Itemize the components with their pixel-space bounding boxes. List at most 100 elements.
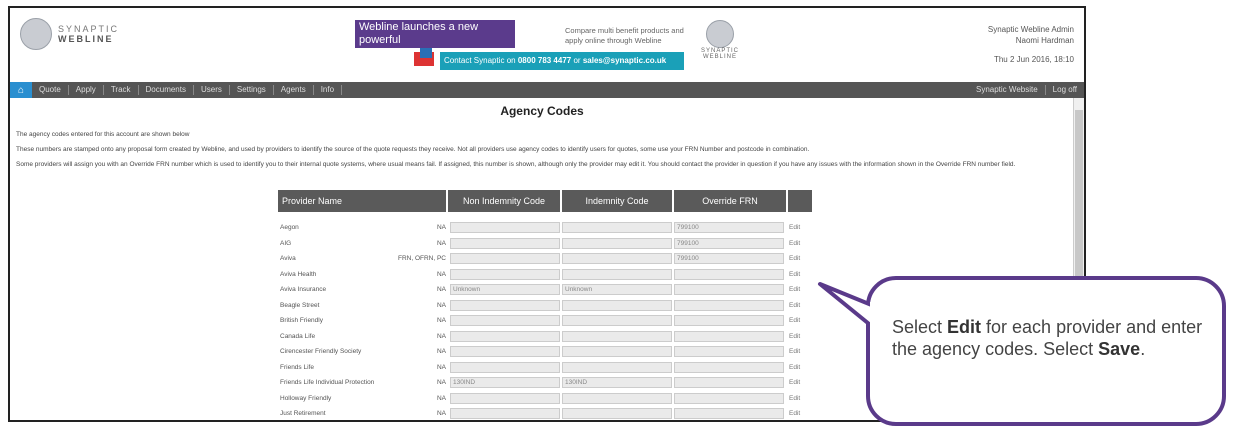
- page-title: Agency Codes: [500, 104, 584, 118]
- table-row: Friends Life Individual Protection NA 130I…: [278, 375, 812, 391]
- indemnity-code-field[interactable]: [562, 299, 672, 311]
- provider-name: AIG: [280, 239, 292, 247]
- edit-link[interactable]: Edit: [786, 302, 809, 309]
- non-indemnity-code-field[interactable]: [450, 392, 560, 404]
- non-indemnity-code-field[interactable]: [450, 408, 560, 420]
- header: SYNAPTIC WEBLINE Webline launches a new …: [10, 8, 1084, 82]
- table-header: Provider Name Non Indemnity Code Indemni…: [278, 190, 812, 212]
- promo-banner[interactable]: Webline launches a new powerful multi be…: [355, 20, 515, 72]
- nav-apply[interactable]: Apply: [69, 85, 104, 95]
- table-row: Canada Life NA Edit: [278, 329, 812, 345]
- synaptic-logo-secondary: SYNAPTIC WEBLINE: [700, 20, 740, 60]
- edit-link[interactable]: Edit: [786, 271, 809, 278]
- logo-text-synaptic: SYNAPTIC: [58, 24, 120, 34]
- logo2-text-webline: WEBLINE: [702, 54, 737, 60]
- non-indemnity-code-field[interactable]: [450, 237, 560, 249]
- table-row: British Friendly NA Edit: [278, 313, 812, 329]
- edit-link[interactable]: Edit: [786, 224, 809, 231]
- indemnity-code-field[interactable]: [562, 346, 672, 358]
- edit-link[interactable]: Edit: [786, 410, 809, 417]
- synaptic-logo[interactable]: SYNAPTIC WEBLINE: [20, 18, 119, 50]
- non-indemnity-code-field[interactable]: Unknown: [450, 284, 560, 296]
- header-override-frn: Override FRN: [674, 190, 788, 212]
- edit-link[interactable]: Edit: [786, 364, 809, 371]
- non-indemnity-code-field[interactable]: [450, 253, 560, 265]
- indemnity-code-field[interactable]: 130IND: [562, 377, 672, 389]
- compare-text: Compare multi benefit products and apply…: [565, 26, 705, 46]
- provider-name: Just Retirement: [280, 410, 326, 418]
- non-indemnity-code-field[interactable]: [450, 222, 560, 234]
- non-indemnity-code-field[interactable]: [450, 268, 560, 280]
- indemnity-code-field[interactable]: [562, 237, 672, 249]
- override-frn-field: [674, 346, 784, 358]
- provider-name: Holloway Friendly: [280, 394, 332, 402]
- contact-email[interactable]: sales@synaptic.co.uk: [583, 56, 666, 65]
- indemnity-code-field[interactable]: [562, 361, 672, 373]
- provider-status: NA: [436, 301, 446, 309]
- non-indemnity-code-field[interactable]: [450, 299, 560, 311]
- indemnity-code-field[interactable]: Unknown: [562, 284, 672, 296]
- indemnity-code-field[interactable]: [562, 315, 672, 327]
- non-indemnity-code-field[interactable]: [450, 315, 560, 327]
- non-indemnity-code-field[interactable]: [450, 330, 560, 342]
- provider-status: FRN, OFRN, PC: [397, 255, 446, 263]
- callout-text: Select Edit for each provider and enter …: [892, 316, 1212, 360]
- override-frn-field: [674, 361, 784, 373]
- override-frn-field: [674, 315, 784, 327]
- edit-link[interactable]: Edit: [786, 379, 809, 386]
- contact-banner[interactable]: Contact Synaptic on 0800 783 4477 or sal…: [440, 52, 684, 70]
- callout-save-word: Save: [1098, 339, 1141, 359]
- nav-info[interactable]: Info: [314, 85, 343, 95]
- table-row: Aegon NA 799100 Edit: [278, 220, 812, 236]
- non-indemnity-code-field[interactable]: [450, 361, 560, 373]
- nav-documents[interactable]: Documents: [139, 85, 194, 95]
- provider-status: NA: [436, 317, 446, 325]
- provider-name: Canada Life: [280, 332, 316, 340]
- edit-link[interactable]: Edit: [786, 333, 809, 340]
- nav-quote[interactable]: Quote: [32, 85, 69, 95]
- indemnity-code-field[interactable]: [562, 330, 672, 342]
- nav-settings[interactable]: Settings: [230, 85, 274, 95]
- non-indemnity-code-field[interactable]: [450, 346, 560, 358]
- banner-line-1: Webline launches a new powerful: [359, 21, 479, 46]
- override-frn-field: [674, 377, 784, 389]
- main-nav: ⌂ Quote Apply Track Documents Users Sett…: [10, 82, 1084, 98]
- nav-right: Synaptic Website Log off: [969, 85, 1084, 95]
- provider-status: NA: [436, 332, 446, 340]
- indemnity-code-field[interactable]: [562, 392, 672, 404]
- edit-link[interactable]: Edit: [786, 255, 809, 262]
- edit-link[interactable]: Edit: [786, 240, 809, 247]
- brain-logo-icon: [706, 20, 734, 48]
- nav-synaptic-website[interactable]: Synaptic Website: [969, 85, 1046, 95]
- table-row: Aviva Insurance NA Unknown Unknown Edit: [278, 282, 812, 298]
- edit-link[interactable]: Edit: [786, 395, 809, 402]
- indemnity-code-field[interactable]: [562, 222, 672, 234]
- indemnity-code-field[interactable]: [562, 268, 672, 280]
- provider-status: NA: [436, 363, 446, 371]
- provider-status: NA: [436, 239, 446, 247]
- table-row: AIG NA 799100 Edit: [278, 236, 812, 252]
- edit-link[interactable]: Edit: [786, 317, 809, 324]
- table-row: Friends Life NA Edit: [278, 360, 812, 376]
- header-edit: [788, 190, 812, 212]
- logo-text-webline: WEBLINE: [58, 34, 114, 44]
- indemnity-code-field[interactable]: [562, 408, 672, 420]
- indemnity-code-field[interactable]: [562, 253, 672, 265]
- user-info: Synaptic Webline Admin Naomi Hardman Thu…: [988, 24, 1074, 65]
- override-frn-field: [674, 268, 784, 280]
- edit-link[interactable]: Edit: [786, 286, 809, 293]
- provider-status: NA: [436, 286, 446, 294]
- callout-pointer: [818, 282, 882, 332]
- non-indemnity-code-field[interactable]: 130IND: [450, 377, 560, 389]
- provider-status: NA: [436, 410, 446, 418]
- provider-name: Aviva Insurance: [280, 286, 327, 294]
- nav-track[interactable]: Track: [104, 85, 139, 95]
- table-row: Aviva FRN, OFRN, PC 799100 Edit: [278, 251, 812, 267]
- edit-link[interactable]: Edit: [786, 348, 809, 355]
- compare-line-2: apply online through Webline: [565, 36, 662, 45]
- override-frn-field: [674, 284, 784, 296]
- home-icon[interactable]: ⌂: [10, 82, 32, 98]
- nav-log-off[interactable]: Log off: [1046, 85, 1084, 95]
- nav-users[interactable]: Users: [194, 85, 230, 95]
- nav-agents[interactable]: Agents: [274, 85, 314, 95]
